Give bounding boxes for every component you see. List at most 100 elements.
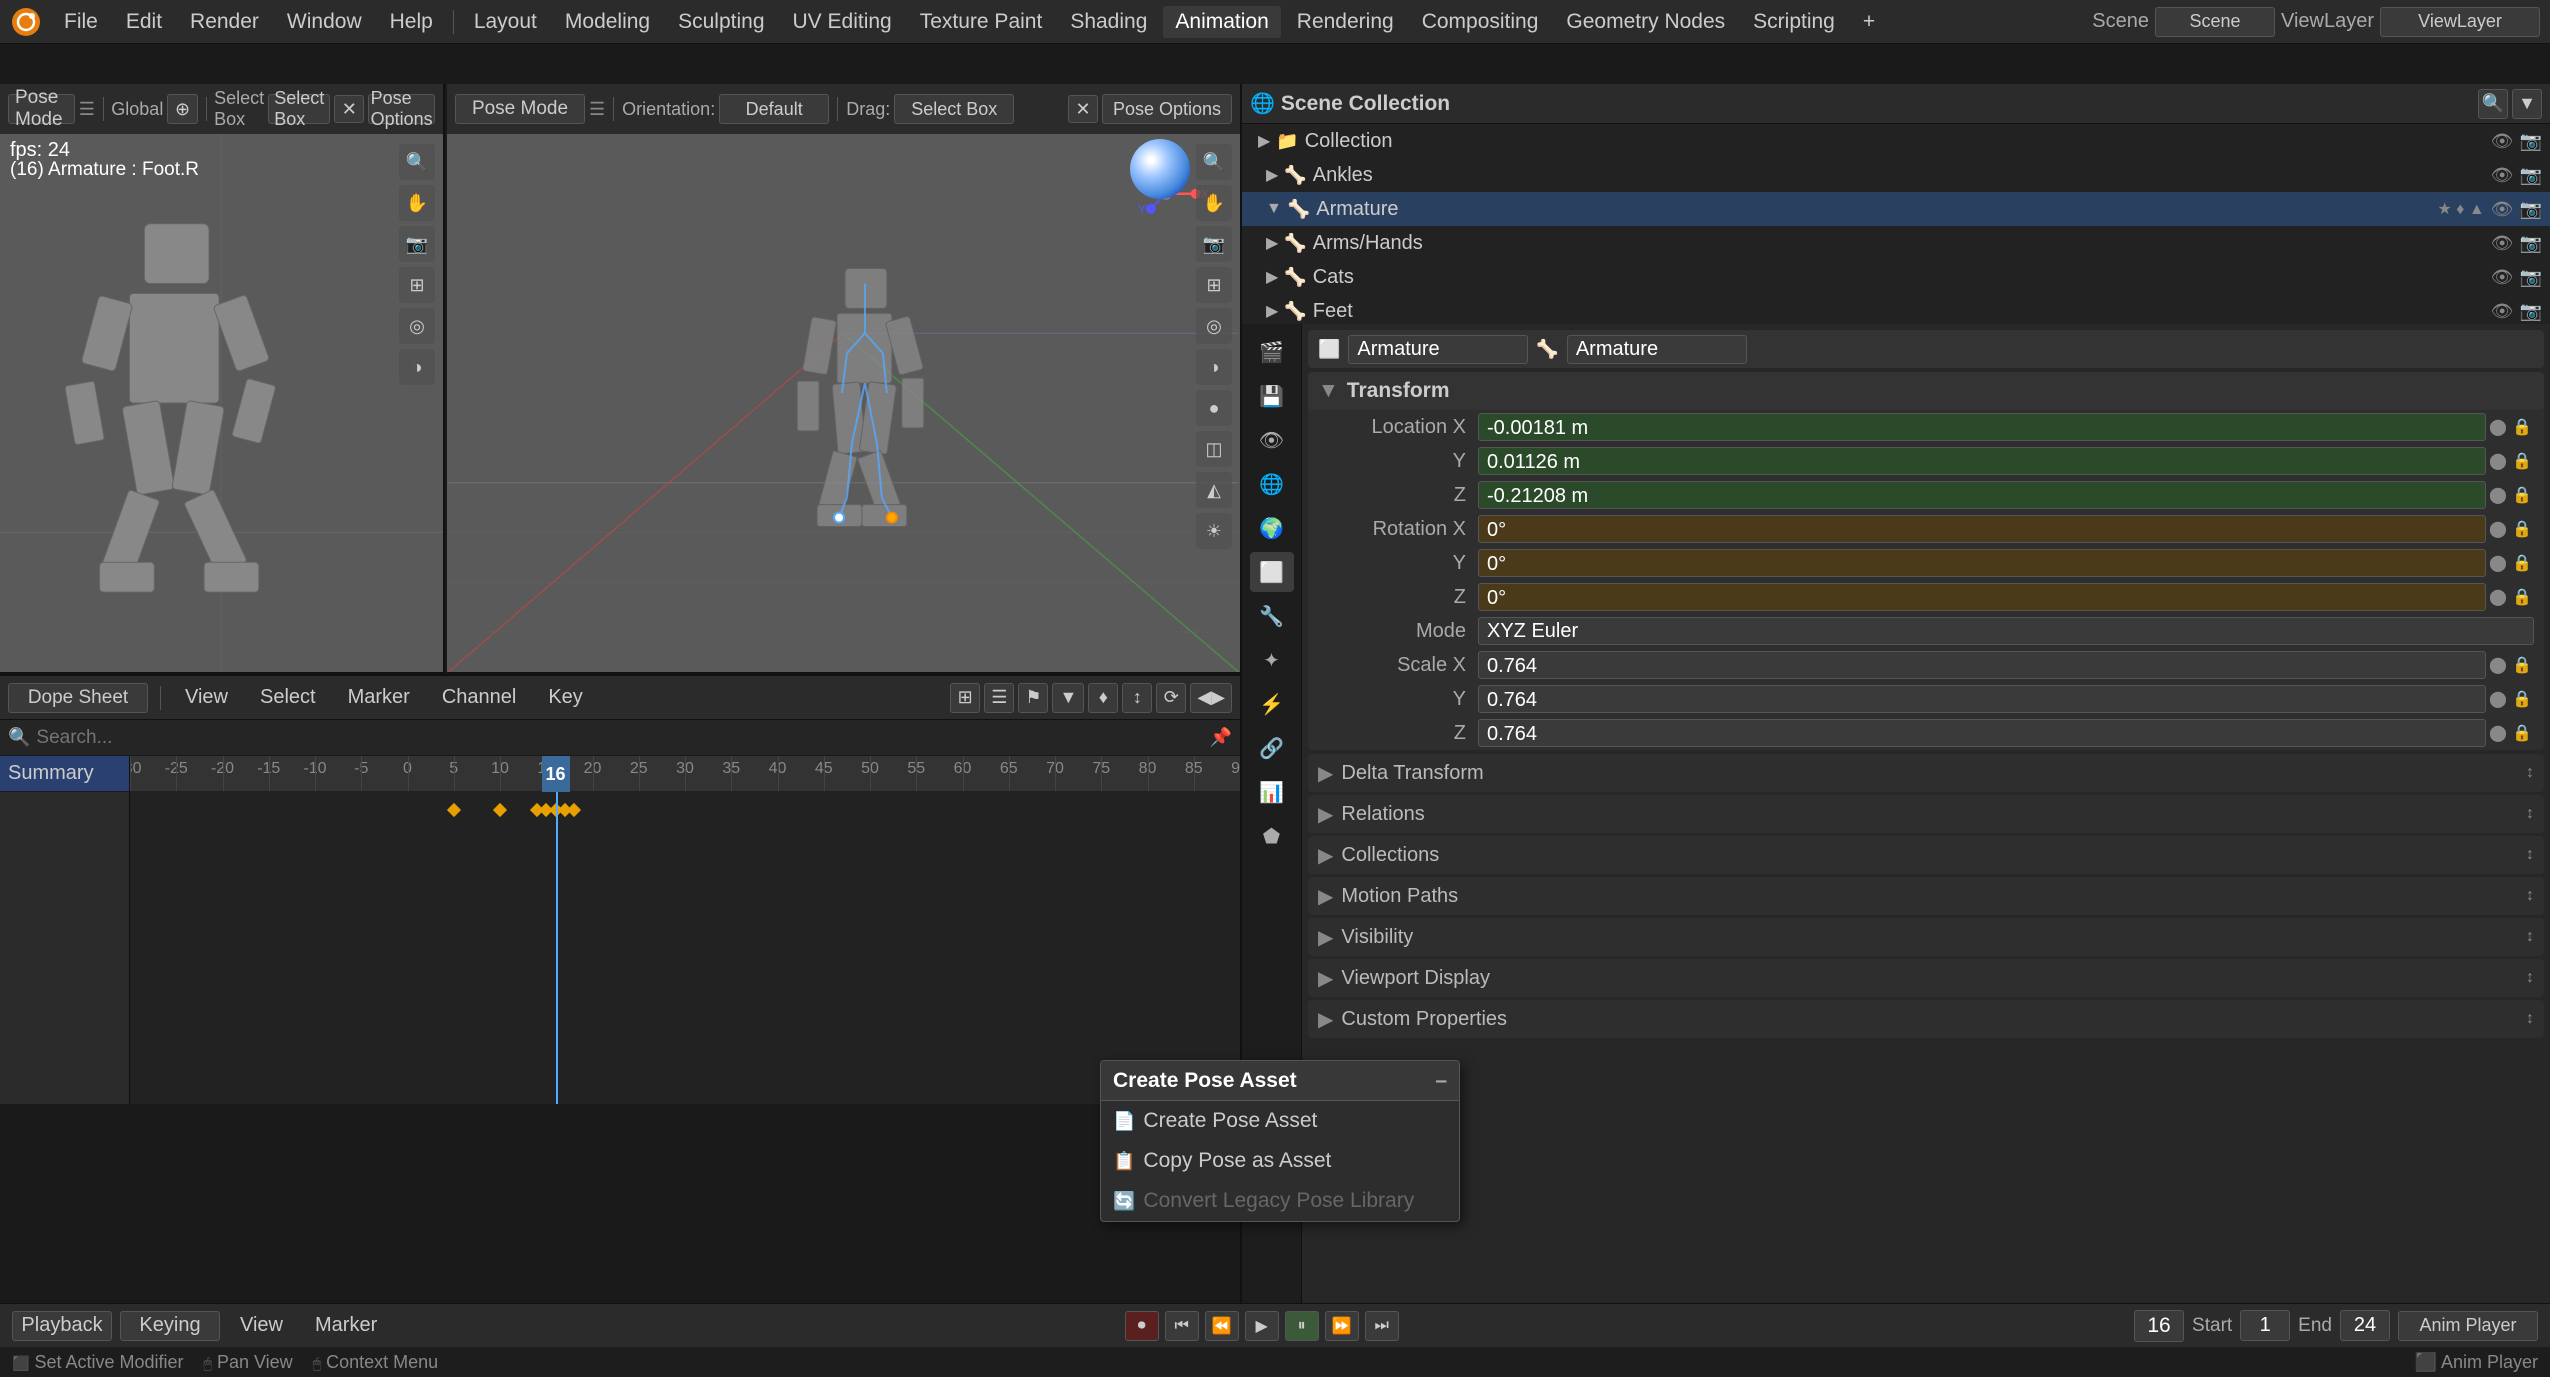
prop-icon-material[interactable]: ⬟ (1250, 816, 1294, 856)
step-forward-btn[interactable]: ⏩ (1325, 1311, 1359, 1341)
prop-icon-object[interactable]: ⬜ (1250, 552, 1294, 592)
tab-rendering[interactable]: Rendering (1285, 6, 1406, 38)
rotation-y-lock[interactable]: 🔒 (2510, 553, 2534, 573)
armature-eye-icon[interactable]: 👁 (2491, 199, 2514, 220)
motion-paths-section[interactable]: ▶ Motion Paths ↕ (1308, 877, 2544, 915)
ankles-eye-icon[interactable]: 👁 (2491, 165, 2514, 186)
dope-key[interactable]: Key (536, 682, 594, 713)
delta-expand-icon[interactable]: ↕ (2526, 764, 2534, 782)
rotation-z-anim-icon[interactable]: ⬤ (2486, 587, 2510, 607)
shader-ball-icon[interactable]: ● (1196, 390, 1232, 426)
scale-x-lock[interactable]: 🔒 (2510, 655, 2534, 675)
orientation-selector-right[interactable]: Default (719, 94, 829, 124)
scale-z-value[interactable]: 0.764 (1478, 719, 2486, 747)
grid-icon[interactable]: ⊞ (399, 267, 435, 303)
outline-filter-icon[interactable]: ▼ (2512, 89, 2542, 119)
keying-menu[interactable]: Keying (120, 1311, 220, 1341)
relations-expand-icon[interactable]: ↕ (2526, 805, 2534, 823)
anim-player-btn[interactable]: Anim Player (2398, 1311, 2538, 1341)
view-layer-selector[interactable]: ViewLayer (2380, 7, 2540, 37)
dope-view[interactable]: View (173, 682, 240, 713)
outline-item-armshands[interactable]: ▶ 🦴 Arms/Hands 👁 📷 (1242, 226, 2550, 260)
visibility-section[interactable]: ▶ Visibility ↕ (1308, 918, 2544, 956)
menu-item-edit[interactable]: Edit (114, 6, 174, 38)
collections-expand-icon[interactable]: ↕ (2526, 846, 2534, 864)
delta-transform-section[interactable]: ▶ Delta Transform ↕ (1308, 754, 2544, 792)
tab-sculpting[interactable]: Sculpting (666, 6, 776, 38)
location-z-value[interactable]: -0.21208 m (1478, 481, 2486, 509)
custom-properties-expand-icon[interactable]: ↕ (2526, 1010, 2534, 1028)
visibility-expand-icon[interactable]: ↕ (2526, 928, 2534, 946)
view-menu-playback[interactable]: View (228, 1310, 295, 1341)
jump-end-btn[interactable]: ⏭ (1365, 1311, 1399, 1341)
dope-pin-icon[interactable]: 📌 (1210, 727, 1232, 748)
jump-start-btn[interactable]: ⏮ (1165, 1311, 1199, 1341)
rotation-mode-value[interactable]: XYZ Euler (1478, 617, 2534, 645)
hand-icon[interactable]: ✋ (399, 185, 435, 221)
data-name-input[interactable] (1567, 335, 1747, 364)
dope-marker[interactable]: Marker (336, 682, 422, 713)
prop-icon-data[interactable]: 📊 (1250, 772, 1294, 812)
outline-item-collection[interactable]: ▶ 📁 Collection 👁 📷 (1242, 124, 2550, 158)
pose-options-left[interactable]: Pose Options (368, 94, 435, 124)
location-z-anim-icon[interactable]: ⬤ (2486, 485, 2510, 505)
rotation-z-value[interactable]: 0° (1478, 583, 2486, 611)
drag-selector-left[interactable]: Select Box (268, 94, 330, 124)
collection-eye-icon[interactable]: 👁 (2491, 131, 2514, 152)
tab-animation[interactable]: Animation (1163, 6, 1280, 38)
viewport-right[interactable]: Pose Mode ☰ Orientation: Default Drag: S… (447, 84, 1240, 674)
outline-search-icon[interactable]: 🔍 (2478, 89, 2508, 119)
dope-icon-7[interactable]: ⟳ (1156, 683, 1186, 713)
zoom-icon-right[interactable]: 🔍 (1196, 144, 1232, 180)
location-z-lock[interactable]: 🔒 (2510, 485, 2534, 505)
eye-overlay-icon[interactable]: ◎ (399, 308, 435, 344)
keyframe-18[interactable] (567, 803, 581, 817)
dope-icon-4[interactable]: ▼ (1052, 683, 1084, 713)
object-name-input[interactable] (1348, 335, 1528, 364)
tab-texture-paint[interactable]: Texture Paint (908, 6, 1055, 38)
prop-icon-modifiers[interactable]: 🔧 (1250, 596, 1294, 636)
current-frame-display[interactable]: 16 (2134, 1310, 2184, 1342)
dope-icon-5[interactable]: ♦ (1088, 683, 1118, 713)
dope-icon-6[interactable]: ↕ (1122, 683, 1152, 713)
mode-selector-right[interactable]: Pose Mode (455, 94, 585, 124)
collection-render-icon[interactable]: 📷 (2520, 131, 2542, 152)
wireframe-icon[interactable]: ◫ (1196, 431, 1232, 467)
tab-compositing[interactable]: Compositing (1410, 6, 1551, 38)
eye-overlay-icon-right[interactable]: ◎ (1196, 308, 1232, 344)
location-y-lock[interactable]: 🔒 (2510, 451, 2534, 471)
timeline-track-content[interactable]: 16 (130, 792, 1240, 1104)
location-x-anim-icon[interactable]: ⬤ (2486, 417, 2510, 437)
end-frame-input[interactable]: 24 (2340, 1310, 2390, 1341)
shading-icon[interactable]: ◑ (399, 349, 435, 385)
tab-geometry-nodes[interactable]: Geometry Nodes (1554, 6, 1737, 38)
play-btn[interactable]: ▶ (1245, 1311, 1279, 1341)
menu-item-file[interactable]: File (52, 6, 110, 38)
ankles-render-icon[interactable]: 📷 (2520, 165, 2542, 186)
record-btn[interactable]: ⏺ (1125, 1311, 1159, 1341)
location-y-value[interactable]: 0.01126 m (1478, 447, 2486, 475)
hand-icon-right[interactable]: ✋ (1196, 185, 1232, 221)
scale-y-value[interactable]: 0.764 (1478, 685, 2486, 713)
cats-render-icon[interactable]: 📷 (2520, 267, 2542, 288)
shading-icon-right[interactable]: ◑ (1196, 349, 1232, 385)
scene-selector[interactable]: Scene (2155, 7, 2275, 37)
menu-item-window[interactable]: Window (275, 6, 374, 38)
timeline-area[interactable]: -30-25-20-15-10-505101520253035404550556… (130, 756, 1240, 1104)
cats-eye-icon[interactable]: 👁 (2491, 267, 2514, 288)
custom-properties-section[interactable]: ▶ Custom Properties ↕ (1308, 1000, 2544, 1038)
feet-render-icon[interactable]: 📷 (2520, 301, 2542, 322)
tab-shading[interactable]: Shading (1058, 6, 1159, 38)
viewport-display-section[interactable]: ▶ Viewport Display ↕ (1308, 959, 2544, 997)
scale-y-anim-icon[interactable]: ⬤ (2486, 689, 2510, 709)
mode-selector-left[interactable]: Pose Mode (8, 94, 75, 124)
viewport-right-close[interactable]: ✕ (1068, 95, 1098, 123)
tab-modeling[interactable]: Modeling (553, 6, 662, 38)
rotation-x-value[interactable]: 0° (1478, 515, 2486, 543)
rotation-x-anim-icon[interactable]: ⬤ (2486, 519, 2510, 539)
drag-selector-right[interactable]: Select Box (894, 94, 1014, 124)
prop-icon-render[interactable]: 🎬 (1250, 332, 1294, 372)
tab-uv-editing[interactable]: UV Editing (781, 6, 904, 38)
tab-add[interactable]: + (1851, 6, 1887, 38)
rotation-x-lock[interactable]: 🔒 (2510, 519, 2534, 539)
